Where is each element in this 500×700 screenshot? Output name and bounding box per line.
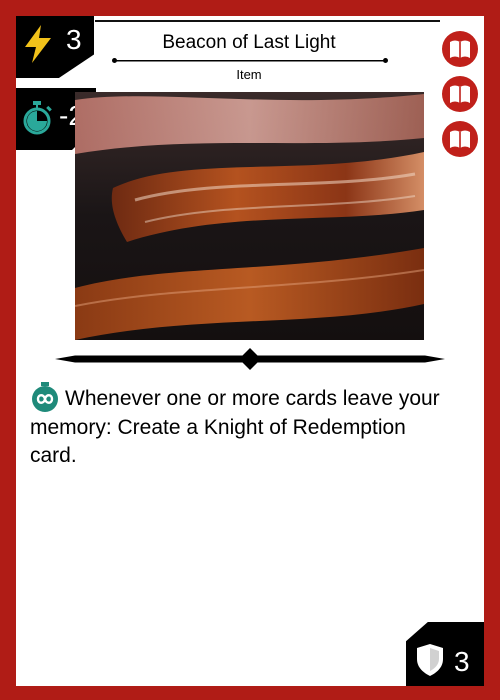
book-icon bbox=[442, 76, 478, 112]
infinity-icon bbox=[32, 382, 58, 412]
card-title: Beacon of Last Light bbox=[162, 32, 336, 53]
defense-badge: 3 bbox=[406, 622, 484, 686]
title-underline bbox=[112, 58, 388, 63]
book-icon bbox=[442, 121, 478, 157]
stopwatch-icon bbox=[23, 101, 52, 135]
card-type: Item bbox=[236, 67, 262, 82]
top-rule bbox=[95, 20, 440, 22]
cost-value: 3 bbox=[66, 24, 82, 55]
defense-value: 3 bbox=[454, 646, 470, 677]
book-icon bbox=[442, 31, 478, 67]
card-artwork bbox=[75, 92, 424, 340]
section-divider bbox=[55, 348, 445, 370]
rules-text-box: Whenever one or more cards leave your me… bbox=[30, 382, 450, 471]
shield-icon bbox=[417, 644, 443, 676]
lightning-bolt-icon bbox=[25, 25, 51, 63]
rules-text: Whenever one or more cards leave your me… bbox=[30, 387, 440, 467]
